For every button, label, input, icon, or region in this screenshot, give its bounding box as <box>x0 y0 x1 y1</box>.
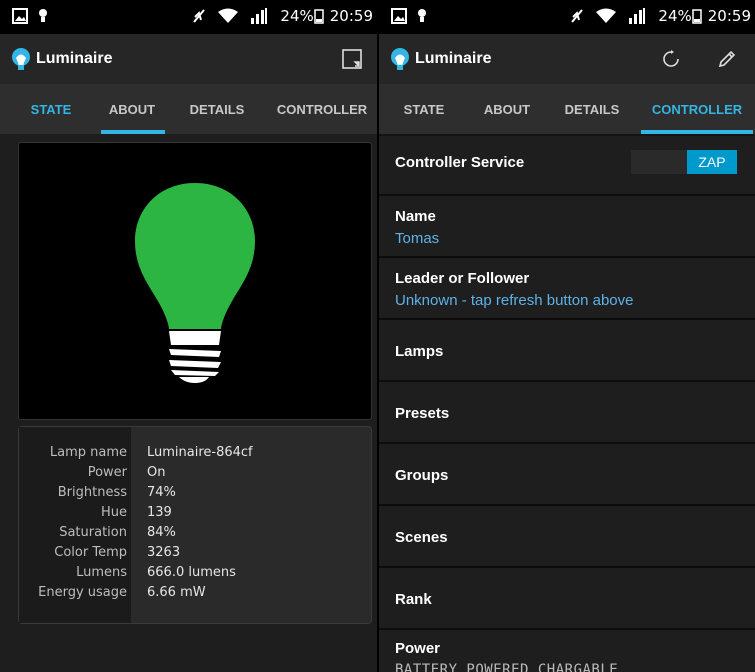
detail-label: Energy usage <box>38 585 127 600</box>
zap-toggle[interactable]: ZAP <box>631 150 737 174</box>
app-title-text: Luminaire <box>36 50 113 67</box>
groups-label: Groups <box>395 467 449 484</box>
tab-bar: STATE ABOUT DETAILS CONTROLLER <box>0 84 377 134</box>
clock: 20:59 <box>329 7 373 25</box>
app-title-text: Luminaire <box>415 50 492 67</box>
image-notification-icon <box>391 8 407 24</box>
detail-row-color-temp: Color Temp 3263 <box>19 545 371 565</box>
status-bar: 24% 20:59 <box>0 0 377 34</box>
tab-state[interactable]: STATE <box>0 102 102 117</box>
detail-label: Lamp name <box>49 445 127 460</box>
rank-label: Rank <box>395 591 432 608</box>
detail-label: Hue <box>100 505 127 520</box>
name-row[interactable]: Name Tomas <box>379 196 755 258</box>
status-bar: 24% 20:59 <box>379 0 755 34</box>
detail-label: Brightness <box>57 485 127 500</box>
clock: 20:59 <box>707 7 751 25</box>
tab-about[interactable]: ABOUT <box>102 102 162 117</box>
name-label: Name <box>395 208 436 225</box>
wifi-icon <box>596 8 617 23</box>
lightbulb-notification-icon <box>418 9 426 22</box>
expand-button[interactable] <box>327 34 377 84</box>
signal-icon <box>251 8 268 24</box>
detail-value: Luminaire-864cf <box>147 445 253 460</box>
edit-button[interactable] <box>699 34 755 84</box>
controller-service-label: Controller Service <box>395 154 525 171</box>
lightbulb-icon <box>135 183 255 383</box>
leader-follower-value: Unknown - tap refresh button above <box>395 292 634 309</box>
presets-label: Presets <box>395 405 450 422</box>
detail-value: 666.0 lumens <box>147 565 236 580</box>
wifi-icon <box>218 8 239 23</box>
detail-value: 6.66 mW <box>147 585 206 600</box>
app-bar: Luminaire <box>0 34 377 84</box>
scenes-label: Scenes <box>395 529 448 546</box>
power-value: BATTERY_POWERED_CHARGABLE <box>395 662 619 672</box>
active-tab-indicator <box>641 130 753 134</box>
name-value: Tomas <box>395 230 440 247</box>
detail-row-saturation: Saturation 84% <box>19 525 371 545</box>
detail-value: 139 <box>147 505 172 520</box>
detail-row-power: Power On <box>19 465 371 485</box>
tab-controller[interactable]: CONTROLLER <box>272 102 372 117</box>
groups-row[interactable]: Groups <box>379 444 755 506</box>
tab-details[interactable]: DETAILS <box>545 102 639 117</box>
detail-value: 3263 <box>147 545 181 560</box>
leader-follower-label: Leader or Follower <box>395 270 530 287</box>
detail-label: Saturation <box>59 525 127 540</box>
battery-percent: 24% <box>280 7 314 25</box>
expand-icon <box>342 49 362 69</box>
power-label: Power <box>395 640 441 657</box>
power-row[interactable]: Power BATTERY_POWERED_CHARGABLE <box>379 630 755 672</box>
detail-label: Lumens <box>76 565 127 580</box>
refresh-button[interactable] <box>643 34 699 84</box>
controller-screen: 24% 20:59 Luminaire STATE ABOUT DETAILS … <box>379 0 755 672</box>
state-screen: 24% 20:59 Luminaire STATE ABOUT DETAILS … <box>0 0 377 672</box>
detail-row-lamp-name: Lamp name Luminaire-864cf <box>19 445 371 465</box>
mute-icon <box>571 9 584 23</box>
controller-service-row: Controller Service ZAP <box>379 136 755 196</box>
app-title[interactable]: Luminaire <box>0 48 112 70</box>
detail-row-hue: Hue 139 <box>19 505 371 525</box>
rank-row[interactable]: Rank <box>379 568 755 630</box>
detail-value: 84% <box>147 525 176 540</box>
detail-row-brightness: Brightness 74% <box>19 485 371 505</box>
tab-about[interactable]: ABOUT <box>469 102 545 117</box>
zap-button[interactable]: ZAP <box>687 150 737 174</box>
mute-icon <box>193 9 206 23</box>
luminaire-logo-icon <box>12 48 30 70</box>
pencil-icon <box>718 50 736 68</box>
lamp-details-table: Lamp name Luminaire-864cf Power On Brightn… <box>18 426 372 624</box>
tab-state[interactable]: STATE <box>379 102 469 117</box>
tab-bar: STATE ABOUT DETAILS CONTROLLER <box>379 84 755 134</box>
lamps-label: Lamps <box>395 343 444 360</box>
detail-value: On <box>147 465 166 480</box>
image-notification-icon <box>12 8 28 24</box>
active-tab-indicator <box>101 130 165 134</box>
lightbulb-notification-icon <box>39 9 47 22</box>
detail-value: 74% <box>147 485 176 500</box>
scenes-row[interactable]: Scenes <box>379 506 755 568</box>
app-title[interactable]: Luminaire <box>379 48 491 70</box>
detail-label: Color Temp <box>54 545 127 560</box>
signal-icon <box>629 8 646 24</box>
leader-follower-row[interactable]: Leader or Follower Unknown - tap refresh… <box>379 258 755 320</box>
app-bar: Luminaire <box>379 34 755 84</box>
tab-controller[interactable]: CONTROLLER <box>639 102 755 117</box>
lamps-row[interactable]: Lamps <box>379 320 755 382</box>
luminaire-logo-icon <box>391 48 409 70</box>
detail-row-lumens: Lumens 666.0 lumens <box>19 565 371 585</box>
detail-row-energy-usage: Energy usage 6.66 mW <box>19 585 371 605</box>
detail-label: Power <box>87 465 127 480</box>
tab-details[interactable]: DETAILS <box>162 102 272 117</box>
battery-percent: 24% <box>658 7 692 25</box>
battery-icon <box>692 9 702 24</box>
refresh-icon <box>663 50 679 67</box>
lamp-preview[interactable] <box>18 142 372 420</box>
battery-icon <box>314 9 324 24</box>
presets-row[interactable]: Presets <box>379 382 755 444</box>
